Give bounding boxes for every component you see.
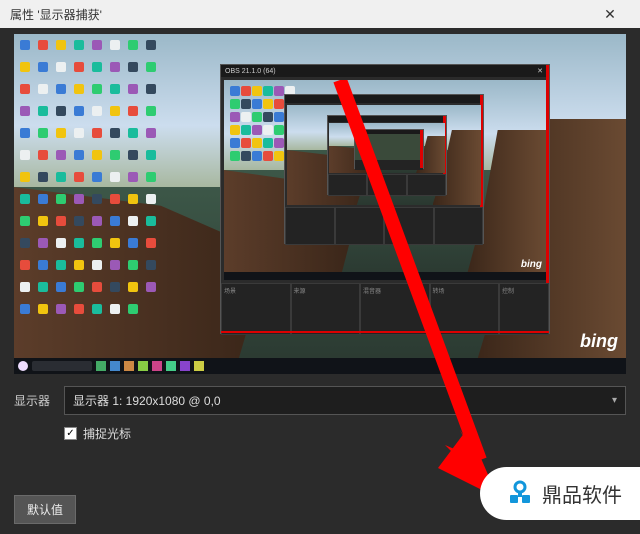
watermark: 鼎品软件: [480, 467, 640, 520]
desktop-wallpaper: bing OBS 21.1.0 (64) ✕: [14, 34, 626, 374]
capture-cursor-checkbox[interactable]: ✓: [64, 427, 77, 440]
capture-preview: bing OBS 21.1.0 (64) ✕: [14, 34, 626, 374]
close-icon: ✕: [604, 6, 616, 23]
defaults-button[interactable]: 默认值: [14, 495, 76, 524]
titlebar: 属性 '显示器捕获' ✕: [0, 0, 640, 28]
display-value: 显示器 1: 1920x1080 @ 0,0: [73, 392, 221, 409]
nested-window-title: OBS 21.1.0 (64): [225, 68, 276, 75]
display-label: 显示器: [14, 392, 54, 409]
display-row: 显示器 显示器 1: 1920x1080 @ 0,0 ▾: [0, 380, 640, 421]
taskbar: [14, 358, 626, 374]
capture-cursor-row: ✓ 捕捉光标: [0, 421, 640, 446]
capture-cursor-label: 捕捉光标: [83, 425, 131, 442]
close-button[interactable]: ✕: [590, 0, 630, 28]
nested-obs-window: OBS 21.1.0 (64) ✕: [220, 64, 550, 334]
watermark-icon: [506, 480, 534, 508]
nested-close-icon: ✕: [535, 67, 545, 75]
chevron-down-icon: ▾: [612, 395, 617, 406]
bing-logo: bing: [580, 331, 618, 352]
properties-dialog: 属性 '显示器捕获' ✕: [0, 0, 640, 534]
dialog-title: 属性 '显示器捕获': [10, 6, 102, 23]
taskbar-search: [32, 361, 92, 371]
start-button-icon: [18, 361, 28, 371]
watermark-text: 鼎品软件: [542, 479, 622, 508]
desktop-icons: [20, 40, 160, 320]
display-select[interactable]: 显示器 1: 1920x1080 @ 0,0 ▾: [64, 386, 626, 415]
